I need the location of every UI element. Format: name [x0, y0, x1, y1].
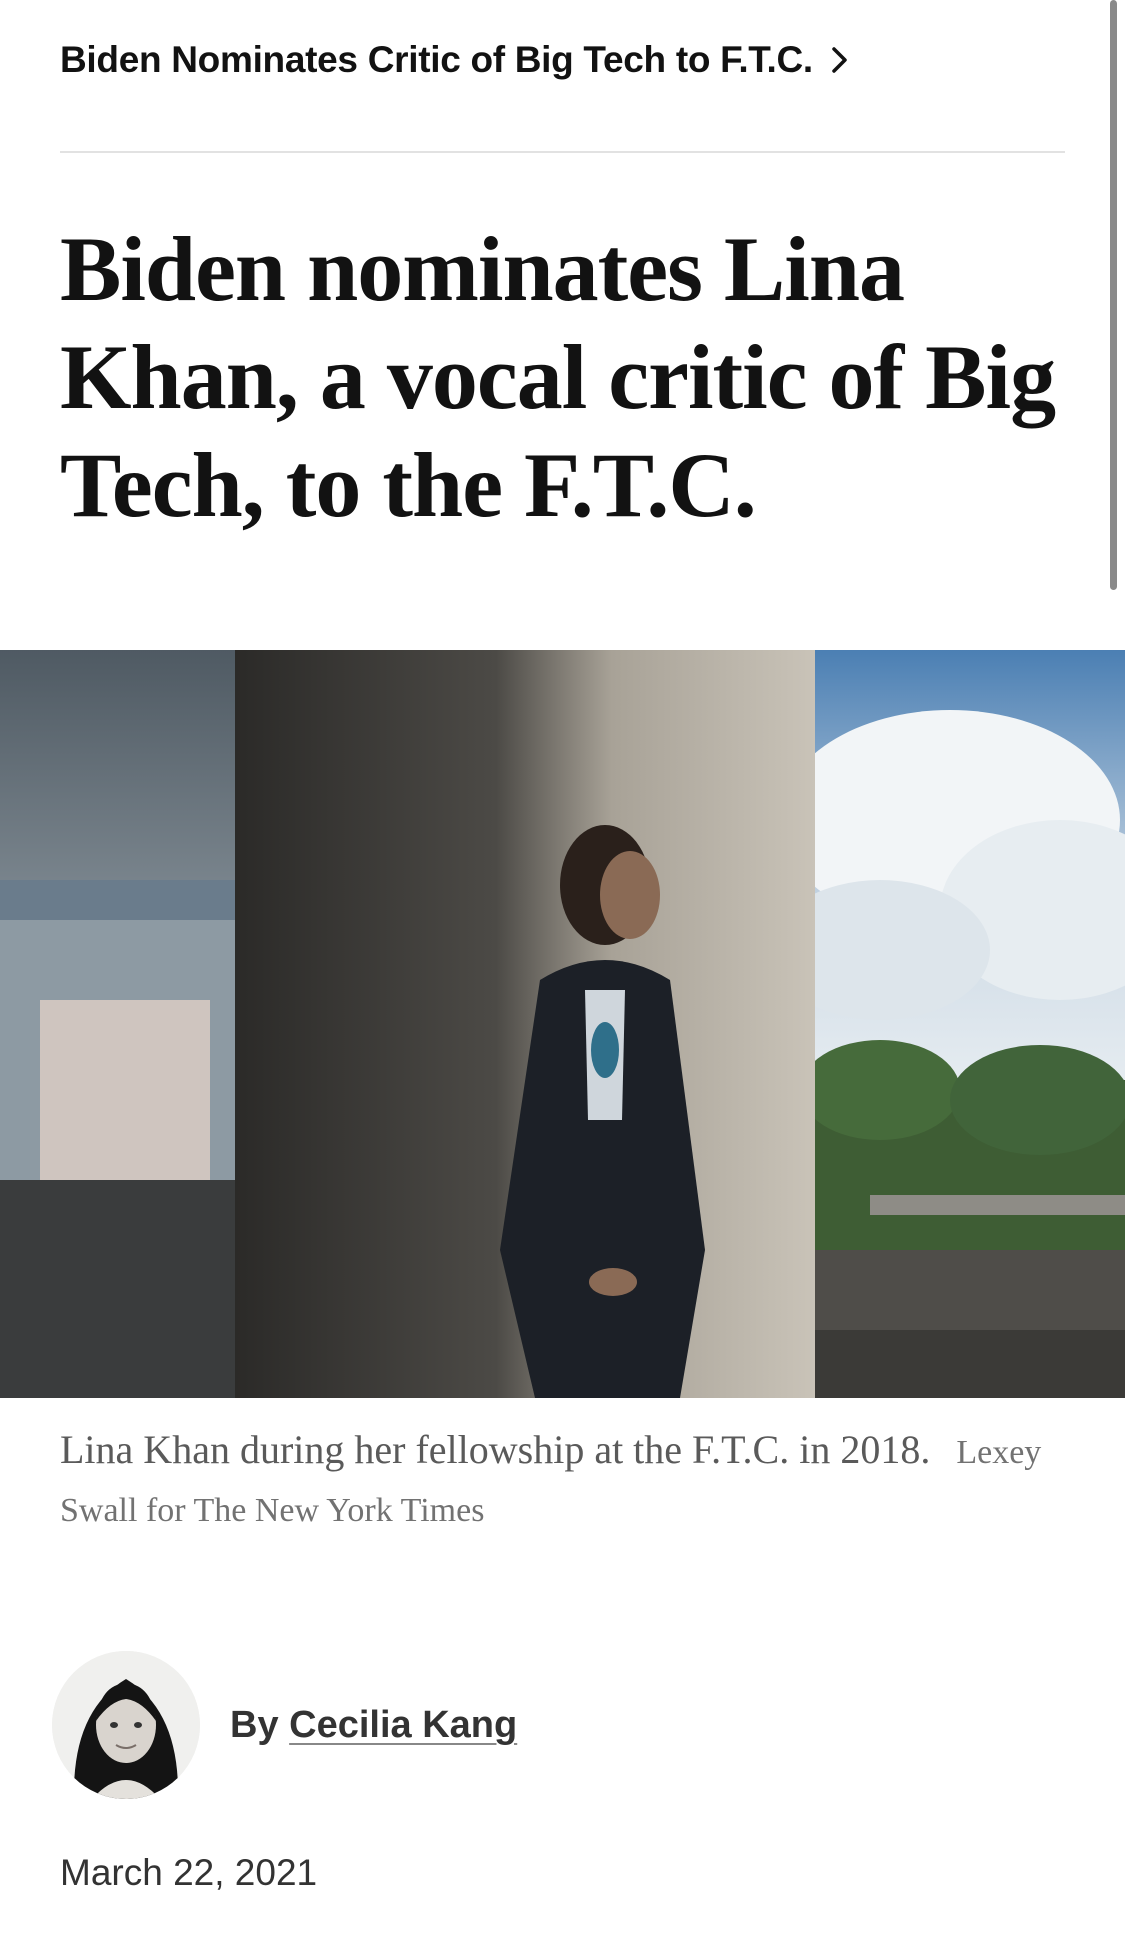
article-headline: Biden nominates Lina Khan, a vocal criti… — [60, 218, 1056, 536]
hero-image — [0, 650, 1125, 1398]
author-link[interactable]: Cecilia Kang — [289, 1704, 517, 1746]
chevron-right-icon — [832, 47, 847, 73]
page-scrollbar[interactable] — [1110, 0, 1117, 590]
breadcrumb-label: Biden Nominates Critic of Big Tech to F.… — [60, 39, 813, 80]
breadcrumb[interactable]: Biden Nominates Critic of Big Tech to F.… — [60, 30, 851, 90]
image-caption: Lina Khan during her fellowship at the F… — [60, 1422, 1060, 1538]
author-avatar[interactable] — [52, 1651, 200, 1799]
byline: By Cecilia Kang — [52, 1650, 517, 1800]
byline-prefix: By — [230, 1703, 279, 1746]
publish-date: March 22, 2021 — [60, 1852, 318, 1893]
byline-text: By Cecilia Kang — [230, 1704, 517, 1747]
caption-text: Lina Khan during her fellowship at the F… — [60, 1427, 931, 1472]
divider — [60, 151, 1065, 153]
